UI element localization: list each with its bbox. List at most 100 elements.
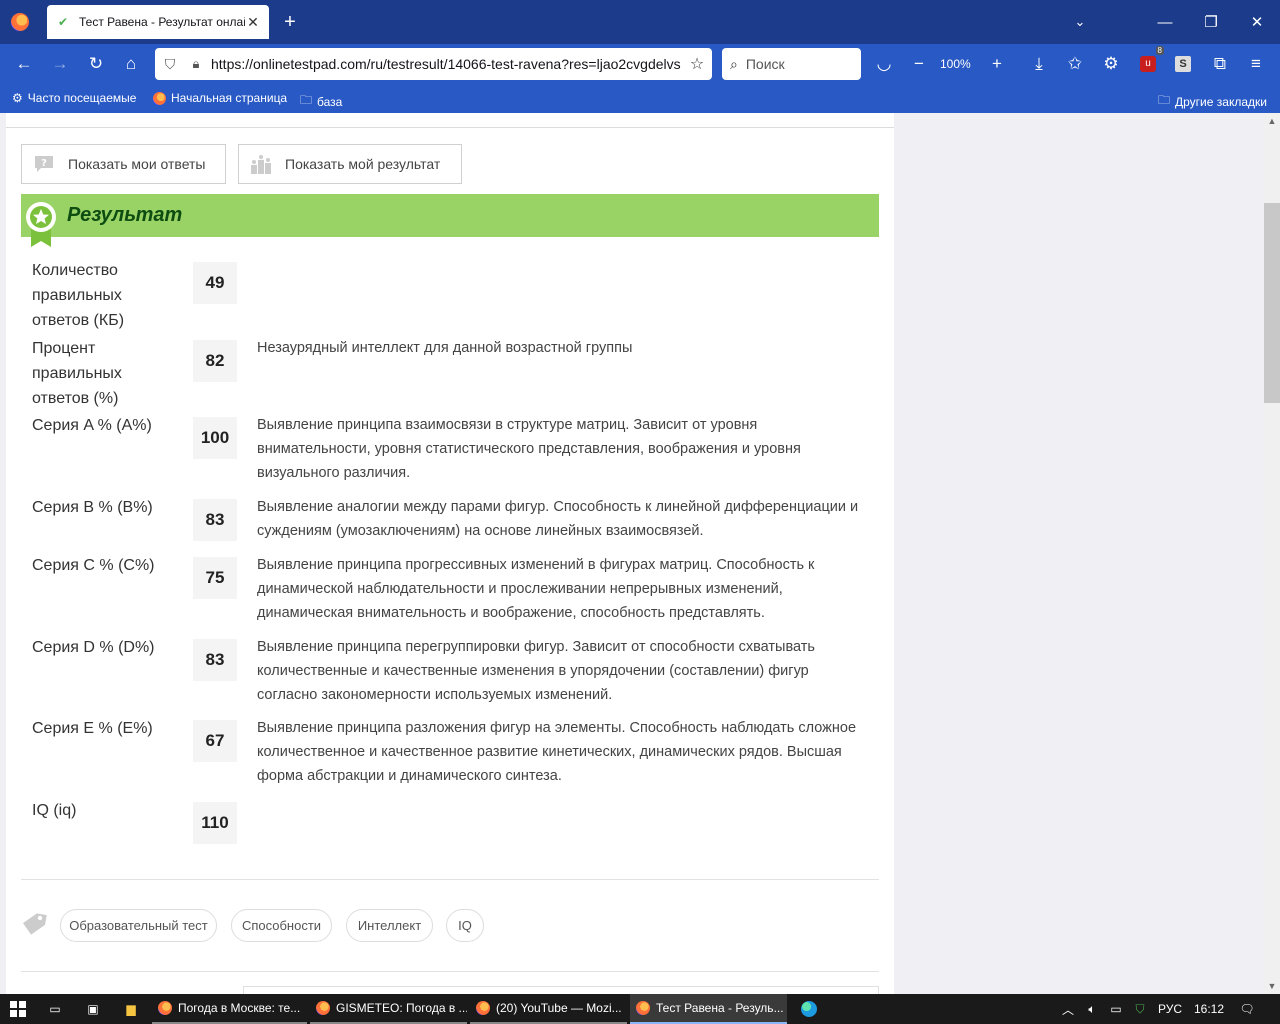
- file-explorer-folder-icon[interactable]: ▆: [116, 994, 146, 1024]
- tray-chevron-up-icon[interactable]: ︿: [1058, 994, 1078, 1024]
- browser-tab-active[interactable]: ✔ Тест Равена - Результат онлайн ✕: [47, 5, 269, 39]
- clock[interactable]: 16:12: [1194, 994, 1224, 1024]
- row-label: Серия E % (E%): [32, 720, 153, 737]
- folder-icon: 🗀︎: [1158, 93, 1171, 107]
- extensions-puzzle-icon[interactable]: ⧉: [1206, 50, 1234, 78]
- firefox-logo-icon: [636, 1001, 650, 1015]
- pocket-icon[interactable]: ◡: [870, 50, 898, 78]
- bookmark-start-page[interactable]: Начальная страница: [153, 91, 287, 105]
- row-label: Количество правильных ответов (КБ): [32, 262, 125, 329]
- search-input[interactable]: ⌕ Поиск: [722, 48, 861, 80]
- taskbar-window-3[interactable]: (20) YouTube — Mozi...: [470, 994, 627, 1024]
- home-icon[interactable]: ⌂: [117, 50, 145, 78]
- new-tab-button[interactable]: +: [278, 10, 302, 34]
- folder-icon: 🗀︎: [300, 93, 313, 107]
- row-label: Процент правильных ответов (%): [32, 340, 122, 407]
- row-label: Серия C % (C%): [32, 557, 155, 574]
- row-description: Выявление принципа взаимосвязи в структу…: [257, 417, 801, 481]
- tracking-protection-shield-icon[interactable]: ⛉: [155, 56, 185, 73]
- windows-taskbar: ▭ ▣ ▆ Погода в Москве: те... GISMETEO: П…: [0, 994, 1280, 1024]
- reload-icon[interactable]: ↻: [82, 50, 110, 78]
- bookmarks-menu-star-icon[interactable]: ✩: [1061, 50, 1089, 78]
- windows-start-icon[interactable]: [0, 994, 36, 1024]
- network-icon[interactable]: ▭: [1106, 994, 1126, 1024]
- bookmark-most-visited[interactable]: ⚙ Часто посещаемые: [12, 91, 136, 105]
- zoom-in-icon[interactable]: +: [983, 50, 1011, 78]
- bookmark-folder-baza[interactable]: 🗀︎ база: [300, 91, 342, 112]
- podium-icon: [249, 154, 273, 174]
- extension-badge: 8: [1155, 46, 1164, 55]
- divider: [21, 971, 879, 972]
- row-description: Выявление принципа разложения фигур на э…: [257, 720, 857, 784]
- ublock-extension-icon[interactable]: u 8: [1134, 46, 1164, 78]
- task-view-icon[interactable]: ▭: [40, 994, 70, 1024]
- row-label: Серия B % (B%): [32, 499, 153, 516]
- scrollbar-thumb[interactable]: [1264, 203, 1280, 403]
- tag-abilities[interactable]: Способности: [231, 909, 332, 942]
- taskbar-window-label: Тест Равена - Резуль...: [656, 1001, 784, 1015]
- row-description: Выявление принципа перегруппировки фигур…: [257, 639, 815, 703]
- zoom-out-icon[interactable]: −: [905, 50, 933, 78]
- bookmark-star-icon[interactable]: ☆: [682, 54, 712, 74]
- taskbar-window-2[interactable]: GISMETEO: Погода в ...: [310, 994, 467, 1024]
- search-icon: ⌕: [730, 55, 738, 72]
- url-text[interactable]: https://onlinetestpad.com/ru/testresult/…: [207, 56, 682, 72]
- minimize-window-button[interactable]: —: [1142, 0, 1188, 44]
- security-shield-icon[interactable]: ⛉: [1130, 994, 1150, 1024]
- settings-gear-icon[interactable]: ⚙: [1097, 50, 1125, 78]
- show-my-answers-button[interactable]: ? Показать мои ответы: [21, 144, 226, 184]
- show-my-result-button[interactable]: Показать мой результат: [238, 144, 462, 184]
- result-card: ? Показать мои ответы Показать мой резул…: [6, 113, 894, 994]
- scroll-down-arrow-icon[interactable]: ▼: [1264, 978, 1280, 994]
- row-description: Выявление аналогии между парами фигур. С…: [257, 499, 859, 539]
- taskbar-window-4-active[interactable]: Тест Равена - Резуль...: [630, 994, 787, 1024]
- gear-icon: ⚙: [12, 91, 23, 105]
- volume-icon[interactable]: 🔈︎: [1082, 994, 1102, 1024]
- vertical-scrollbar[interactable]: ▲ ▼: [1264, 113, 1280, 994]
- row-value: 49: [193, 262, 237, 304]
- taskbar-window-1[interactable]: Погода в Москве: те...: [152, 994, 307, 1024]
- address-bar[interactable]: ⛉ 🔒︎ https://onlinetestpad.com/ru/testre…: [155, 48, 712, 80]
- button-label: Показать мои ответы: [68, 156, 206, 172]
- row-label: Серия A % (A%): [32, 417, 152, 434]
- row-value: 100: [193, 417, 237, 459]
- tag-iq[interactable]: IQ: [446, 909, 484, 942]
- taskbar-window-label: GISMETEO: Погода в ...: [336, 1001, 467, 1015]
- button-label: Показать мой результат: [285, 156, 441, 172]
- comment-box[interactable]: [243, 986, 879, 994]
- divider: [21, 879, 879, 880]
- navigation-toolbar: ← → ↻ ⌂ ⛉ 🔒︎ https://onlinetestpad.com/r…: [0, 44, 1280, 84]
- downloads-icon[interactable]: ⤓: [1025, 50, 1053, 78]
- title-bar: ✔ Тест Равена - Результат онлайн ✕ + ⌄ —…: [0, 0, 1280, 44]
- firefox-logo-icon[interactable]: [0, 0, 40, 44]
- other-bookmarks-folder[interactable]: 🗀︎ Другие закладки: [1158, 91, 1267, 112]
- page-viewport: ? Показать мои ответы Показать мой резул…: [0, 113, 1264, 994]
- app-icon[interactable]: ▣: [78, 994, 108, 1024]
- forward-arrow-icon[interactable]: →: [46, 50, 74, 78]
- firefox-logo-icon: [153, 91, 166, 105]
- hamburger-menu-icon[interactable]: ≡: [1242, 50, 1270, 78]
- taskbar-window-label: (20) YouTube — Mozi...: [496, 1001, 622, 1015]
- tag-intellect[interactable]: Интеллект: [346, 909, 433, 942]
- notifications-icon[interactable]: 🗨︎: [1236, 994, 1258, 1024]
- row-value: 82: [193, 340, 237, 382]
- divider: [6, 127, 894, 128]
- tag-educational-test[interactable]: Образовательный тест: [60, 909, 217, 942]
- restore-window-button[interactable]: ❐: [1188, 0, 1234, 44]
- list-all-tabs-chevron-icon[interactable]: ⌄: [1068, 10, 1092, 34]
- bookmarks-toolbar: ⚙ Часто посещаемые Начальная страница 🗀︎…: [0, 84, 1280, 113]
- edge-browser-icon[interactable]: [794, 994, 824, 1024]
- extension-s-icon[interactable]: S: [1169, 50, 1197, 78]
- close-window-button[interactable]: ✕: [1234, 0, 1280, 44]
- padlock-icon[interactable]: 🔒︎: [185, 56, 207, 72]
- zoom-level[interactable]: 100%: [940, 57, 971, 71]
- scroll-up-arrow-icon[interactable]: ▲: [1264, 113, 1280, 129]
- firefox-logo-icon: [158, 1001, 172, 1015]
- result-header: Результат: [21, 194, 879, 247]
- tab-close-icon[interactable]: ✕: [245, 14, 261, 31]
- row-value: 110: [193, 802, 237, 844]
- back-arrow-icon[interactable]: ←: [10, 50, 38, 78]
- row-value: 67: [193, 720, 237, 762]
- language-indicator[interactable]: РУС: [1158, 994, 1182, 1024]
- bookmark-label: база: [317, 94, 343, 109]
